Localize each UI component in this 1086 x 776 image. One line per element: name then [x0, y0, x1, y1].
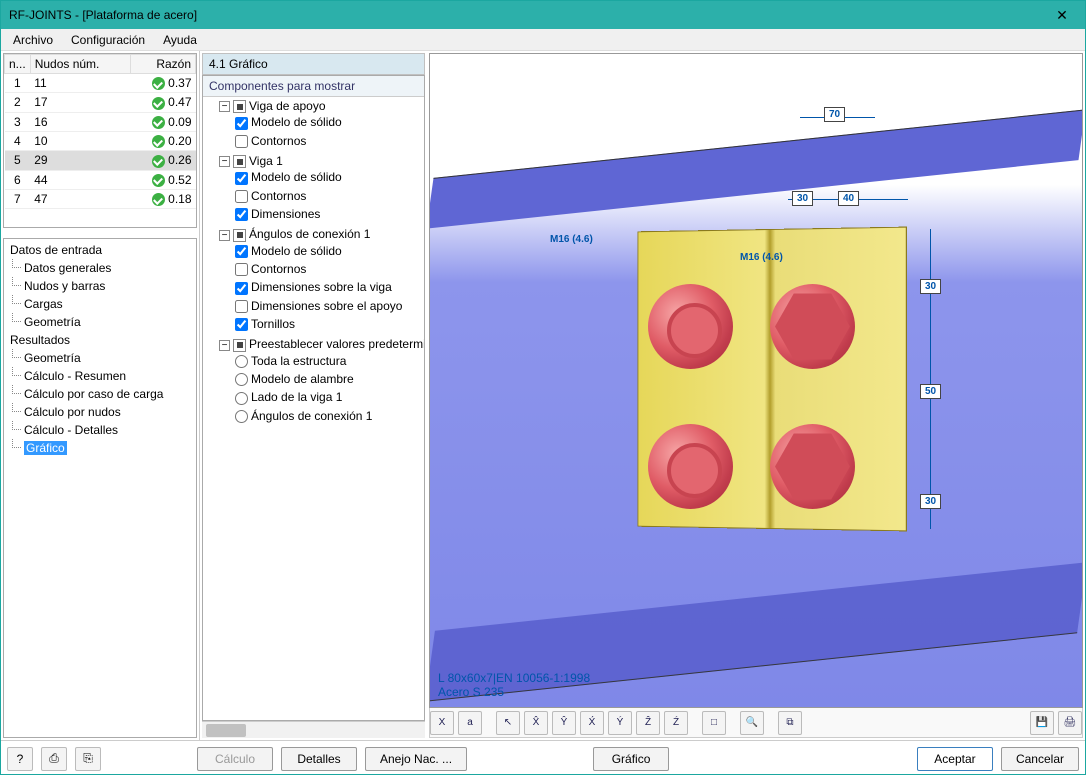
view-tool-2[interactable]: ↖ — [496, 711, 520, 735]
tree-b1-dims[interactable]: Dimensiones — [235, 205, 424, 223]
nav-item[interactable]: Datos generales — [6, 259, 194, 277]
view-tool-11[interactable]: ⧉ — [778, 711, 802, 735]
tree-b1-contours[interactable]: Contornos — [235, 187, 424, 205]
bolt-1 — [648, 284, 733, 369]
table-row[interactable]: 7470.18 — [5, 189, 196, 208]
title-bar: RF-JOINTS - [Plataforma de acero] ✕ — [1, 1, 1085, 29]
nodes-table[interactable]: n... Nudos núm. Razón 1110.372170.473160… — [3, 53, 197, 228]
view-tool-6[interactable]: Ý — [608, 711, 632, 735]
section-title: 4.1 Gráfico — [202, 53, 425, 75]
nav-tree[interactable]: Datos de entrada Datos generalesNudos y … — [3, 238, 197, 738]
col-num[interactable]: Nudos núm. — [30, 55, 131, 74]
nav-item[interactable]: Geometría — [6, 349, 194, 367]
table-row[interactable]: 3160.09 — [5, 112, 196, 131]
nav-item[interactable]: Gráfico — [6, 439, 194, 457]
nav-input-root[interactable]: Datos de entrada — [6, 241, 194, 259]
dim-v50: 50 — [920, 384, 941, 399]
view-tool-9[interactable]: □ — [702, 711, 726, 735]
nav-item[interactable]: Cargas — [6, 295, 194, 313]
nav-item[interactable]: Cálculo - Detalles — [6, 421, 194, 439]
menu-config[interactable]: Configuración — [63, 31, 153, 49]
cancel-button[interactable]: Cancelar — [1001, 747, 1079, 771]
export2-button[interactable]: ⎘ — [75, 747, 101, 771]
view-tool-1[interactable]: a — [458, 711, 482, 735]
tree-beam1[interactable]: −Viga 1 Modelo de sólido Contornos Dimen… — [219, 152, 424, 225]
dim-40: 40 — [838, 191, 859, 206]
preset-wire[interactable]: Modelo de alambre — [235, 370, 424, 388]
export-button[interactable]: ⎙ — [41, 747, 67, 771]
view-tool-0[interactable]: X — [430, 711, 454, 735]
view-tool-7[interactable]: Ẑ — [636, 711, 660, 735]
material-label: L 80x60x7|EN 10056-1:1998 Acero S 235 — [438, 671, 590, 699]
tree-angles[interactable]: −Ángulos de conexión 1 Modelo de sólido … — [219, 225, 424, 335]
tree-title: Componentes para mostrar — [203, 76, 424, 97]
graphic-button[interactable]: Gráfico — [593, 747, 669, 771]
nav-item[interactable]: Geometría — [6, 313, 194, 331]
view-tool-3[interactable]: X̂ — [524, 711, 548, 735]
close-icon[interactable]: ✕ — [1047, 7, 1077, 24]
dim-v30a: 30 — [920, 279, 941, 294]
calc-button[interactable]: Cálculo — [197, 747, 273, 771]
tree-b1-solid[interactable]: Modelo de sólido — [235, 168, 424, 186]
help-button[interactable]: ? — [7, 747, 33, 771]
tree-presets[interactable]: −Preestablecer valores predetermina Toda… — [219, 335, 424, 427]
annex-button[interactable]: Anejo Nac. ... — [365, 747, 467, 771]
table-row[interactable]: 1110.37 — [5, 74, 196, 93]
view-tool-13[interactable]: 🖨 — [1058, 711, 1082, 735]
view-tool-12[interactable]: 💾 — [1030, 711, 1054, 735]
dim-v30b: 30 — [920, 494, 941, 509]
nav-results-root[interactable]: Resultados — [6, 331, 194, 349]
menu-bar: Archivo Configuración Ayuda — [1, 29, 1085, 51]
view-tool-8[interactable]: Ź — [664, 711, 688, 735]
col-n[interactable]: n... — [5, 55, 31, 74]
footer: ? ⎙ ⎘ Cálculo Detalles Anejo Nac. ... Gr… — [1, 740, 1085, 776]
table-row[interactable]: 4100.20 — [5, 131, 196, 150]
tree-ang-dims-beam[interactable]: Dimensiones sobre la viga — [235, 278, 424, 296]
view-tool-4[interactable]: Ŷ — [552, 711, 576, 735]
window-title: RF-JOINTS - [Plataforma de acero] — [9, 8, 1047, 22]
tree-ang-bolts[interactable]: Tornillos — [235, 315, 424, 333]
table-row[interactable]: 2170.47 — [5, 93, 196, 112]
tree-ang-dims-support[interactable]: Dimensiones sobre el apoyo — [235, 297, 424, 315]
dim-70: 70 — [824, 107, 845, 122]
preset-angle[interactable]: Ángulos de conexión 1 — [235, 407, 424, 425]
table-row[interactable]: 5290.26 — [5, 151, 196, 170]
bolt-label-1: M16 (4.6) — [550, 234, 593, 245]
menu-help[interactable]: Ayuda — [155, 31, 205, 49]
preset-all[interactable]: Toda la estructura — [235, 352, 424, 370]
col-ratio[interactable]: Razón — [131, 55, 196, 74]
3d-viewport[interactable]: M16 (4.6) M16 (4.6) 70 30 40 30 50 30 L … — [429, 53, 1083, 708]
nav-item[interactable]: Cálculo - Resumen — [6, 367, 194, 385]
bolt-3 — [648, 424, 733, 509]
tree-hscroll[interactable] — [202, 721, 425, 738]
view-toolbar: Xa ↖X̂ŶX́ÝẐŹ □ 🔍 ⧉ 💾🖨 — [429, 708, 1083, 738]
table-row[interactable]: 6440.52 — [5, 170, 196, 189]
view-tool-5[interactable]: X́ — [580, 711, 604, 735]
tree-support-beam[interactable]: −Viga de apoyo Modelo de sólido Contorno… — [219, 97, 424, 152]
dim-30a: 30 — [792, 191, 813, 206]
nav-item[interactable]: Nudos y barras — [6, 277, 194, 295]
nav-item[interactable]: Cálculo por caso de carga — [6, 385, 194, 403]
menu-file[interactable]: Archivo — [5, 31, 61, 49]
ok-button[interactable]: Aceptar — [917, 747, 993, 771]
tree-ang-contours[interactable]: Contornos — [235, 260, 424, 278]
bolt-4 — [770, 424, 855, 509]
view-tool-10[interactable]: 🔍 — [740, 711, 764, 735]
bolt-label-2: M16 (4.6) — [740, 252, 783, 263]
bolt-2 — [770, 284, 855, 369]
nav-item[interactable]: Cálculo por nudos — [6, 403, 194, 421]
tree-sb-contours[interactable]: Contornos — [235, 132, 424, 150]
preset-side[interactable]: Lado de la viga 1 — [235, 388, 424, 406]
details-button[interactable]: Detalles — [281, 747, 357, 771]
tree-sb-solid[interactable]: Modelo de sólido — [235, 113, 424, 131]
tree-ang-solid[interactable]: Modelo de sólido — [235, 242, 424, 260]
